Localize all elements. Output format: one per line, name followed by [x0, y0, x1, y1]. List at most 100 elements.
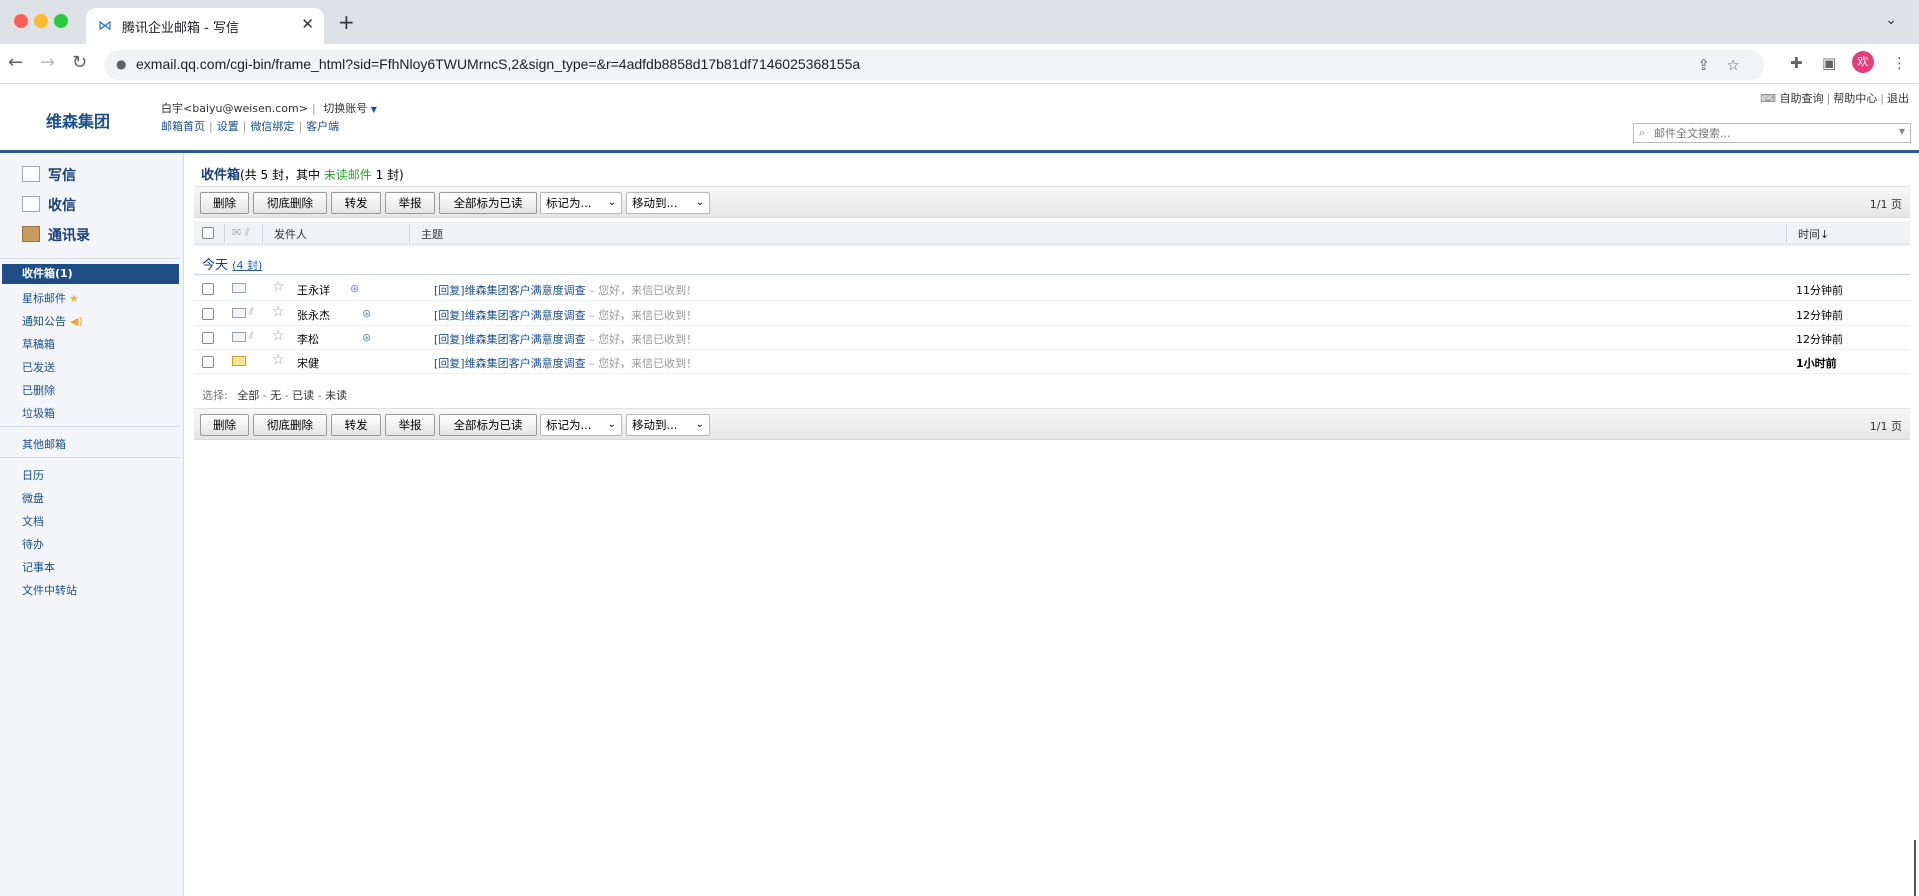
- contacts-button[interactable]: 通讯录: [22, 225, 90, 247]
- select-unread-link[interactable]: 未读: [325, 389, 347, 402]
- mail-row[interactable]: ☆ 王永详 ⊛ [回复]维森集团客户满意度调查 – 您好，来信已收到！ 11分钟…: [194, 277, 1910, 301]
- mark-as-select[interactable]: 标记为... ⌄: [540, 414, 622, 436]
- select-all-link[interactable]: 全部: [237, 389, 259, 402]
- folder-notices[interactable]: 通知公告 ◀): [22, 313, 83, 329]
- browser-tab[interactable]: ⋈ 腾讯企业邮箱 - 写信 ✕: [86, 8, 324, 44]
- maximize-window-button[interactable]: [54, 14, 68, 28]
- inbox-tray-icon: [22, 196, 40, 212]
- app-calendar[interactable]: 日历: [22, 467, 44, 483]
- select-none-link[interactable]: 无: [270, 389, 281, 402]
- permanent-delete-button[interactable]: 彻底删除: [253, 192, 327, 214]
- reload-icon[interactable]: ↻: [72, 52, 87, 73]
- row-checkbox[interactable]: [202, 332, 214, 344]
- forward-icon[interactable]: →: [40, 52, 55, 73]
- close-tab-icon[interactable]: ✕: [301, 15, 314, 33]
- mail-subject[interactable]: [回复]维森集团客户满意度调查 – 您好，来信已收到！: [434, 331, 697, 347]
- mail-subject[interactable]: [回复]维森集团客户满意度调查 – 您好，来信已收到！: [434, 282, 697, 298]
- wechat-binding-link[interactable]: 微信绑定: [250, 120, 294, 133]
- search-input[interactable]: [1654, 126, 1884, 140]
- app-file-transfer[interactable]: 文件中转站: [22, 582, 77, 598]
- row-checkbox[interactable]: [202, 308, 214, 320]
- client-link[interactable]: 客户端: [306, 120, 339, 133]
- mail-row[interactable]: ⫽ ☆ 张永杰 ⊛ [回复]维森集团客户满意度调查 – 您好，来信已收到！ 12…: [194, 302, 1910, 326]
- star-toggle-icon[interactable]: ☆: [272, 304, 285, 320]
- folder-sent[interactable]: 已发送: [22, 359, 55, 375]
- mail-row[interactable]: ☆ 宋健 [回复]维森集团客户满意度调查 – 您好，来信已收到！ 1小时前: [194, 350, 1910, 374]
- mail-subject[interactable]: [回复]维森集团客户满意度调查 – 您好，来信已收到！: [434, 307, 697, 323]
- mail-time: 1小时前: [1796, 357, 1837, 370]
- chevron-down-icon: ⌄: [695, 419, 704, 430]
- bookmark-star-icon[interactable]: ☆: [1727, 56, 1740, 74]
- profile-avatar[interactable]: 欢: [1852, 51, 1874, 73]
- compose-button[interactable]: 写信: [22, 165, 76, 187]
- new-tab-icon[interactable]: +: [338, 10, 355, 34]
- sidebar-divider: [0, 258, 180, 259]
- browser-menu-icon[interactable]: ⋮: [1892, 54, 1907, 72]
- settings-link[interactable]: 设置: [217, 120, 239, 133]
- dropdown-caret-icon[interactable]: ▼: [371, 105, 377, 114]
- self-service-link[interactable]: 自助查询: [1780, 92, 1824, 105]
- mail-header: 维森集团 白宇<baiyu@weisen.com> | 切换账号 ▼ 邮箱首页 | 设…: [0, 85, 1919, 151]
- forward-button[interactable]: 转发: [331, 192, 381, 214]
- close-window-button[interactable]: [14, 14, 28, 28]
- keyboard-icon[interactable]: ⌨: [1760, 92, 1776, 105]
- share-icon[interactable]: ⇪: [1697, 56, 1710, 74]
- move-to-select[interactable]: 移动到... ⌄: [626, 192, 710, 214]
- folder-deleted[interactable]: 已删除: [22, 382, 55, 398]
- mail-subject[interactable]: [回复]维森集团客户满意度调查 – 您好，来信已收到！: [434, 355, 697, 371]
- row-checkbox[interactable]: [202, 283, 214, 295]
- scrollbar[interactable]: [1914, 840, 1916, 896]
- switch-account-link[interactable]: 切换账号: [323, 102, 367, 115]
- side-panel-icon[interactable]: ▣: [1822, 54, 1836, 72]
- report-button[interactable]: 举报: [385, 414, 435, 436]
- minimize-window-button[interactable]: [34, 14, 48, 28]
- folder-starred[interactable]: 星标邮件 ★: [22, 290, 79, 306]
- mark-all-read-button[interactable]: 全部标为已读: [439, 192, 537, 214]
- help-center-link[interactable]: 帮助中心: [1833, 92, 1877, 105]
- back-icon[interactable]: ←: [8, 52, 23, 73]
- search-dropdown-icon[interactable]: ▼: [1899, 127, 1905, 136]
- mailbox-home-link[interactable]: 邮箱首页: [161, 120, 205, 133]
- lock-icon: ●: [116, 57, 127, 71]
- report-button[interactable]: 举报: [385, 192, 435, 214]
- permanent-delete-button[interactable]: 彻底删除: [253, 414, 327, 436]
- mail-time: 11分钟前: [1796, 284, 1843, 297]
- select-all-checkbox[interactable]: [202, 227, 214, 239]
- delete-button[interactable]: 删除: [200, 414, 249, 436]
- delete-button[interactable]: 删除: [200, 192, 249, 214]
- subject-column-header[interactable]: 主题: [421, 226, 443, 242]
- app-docs[interactable]: 文档: [22, 513, 44, 529]
- extensions-icon[interactable]: ✚: [1790, 54, 1803, 72]
- fulltext-search-box[interactable]: ⌕ ▼: [1633, 123, 1911, 143]
- star-toggle-icon[interactable]: ☆: [272, 352, 285, 368]
- folder-drafts[interactable]: 草稿箱: [22, 336, 55, 352]
- envelope-read-icon: [232, 308, 246, 318]
- tab-title: 腾讯企业邮箱 - 写信: [122, 21, 239, 36]
- other-mailboxes[interactable]: 其他邮箱: [22, 436, 66, 452]
- forward-button[interactable]: 转发: [331, 414, 381, 436]
- move-to-select[interactable]: 移动到... ⌄: [626, 414, 710, 436]
- tab-search-chevron-icon[interactable]: ⌄: [1885, 12, 1897, 28]
- mark-all-read-button[interactable]: 全部标为已读: [439, 414, 537, 436]
- folder-spam[interactable]: 垃圾箱: [22, 405, 55, 421]
- address-bar[interactable]: ● exmail.qq.com/cgi-bin/frame_html?sid=F…: [104, 50, 1764, 80]
- mark-as-select[interactable]: 标记为... ⌄: [540, 192, 622, 214]
- star-toggle-icon[interactable]: ☆: [272, 328, 285, 344]
- star-toggle-icon[interactable]: ☆: [272, 279, 285, 295]
- browser-toolbar: ← → ↻ ● exmail.qq.com/cgi-bin/frame_html…: [0, 44, 1919, 84]
- logout-link[interactable]: 退出: [1887, 92, 1909, 105]
- group-count-link[interactable]: (4 封): [232, 259, 262, 272]
- receive-button[interactable]: 收信: [22, 195, 76, 217]
- mail-row[interactable]: ⫽ ☆ 李松 ⊛ [回复]维森集团客户满意度调查 – 您好，来信已收到！ 12分…: [194, 326, 1910, 350]
- chevron-down-icon: ⌄: [607, 419, 616, 430]
- company-brand[interactable]: 维森集团: [46, 108, 110, 132]
- unread-link[interactable]: 未读邮件: [324, 168, 372, 182]
- sender-column-header[interactable]: 发件人: [274, 226, 307, 242]
- select-read-link[interactable]: 已读: [292, 389, 314, 402]
- app-todo[interactable]: 待办: [22, 536, 44, 552]
- app-drive[interactable]: 微盘: [22, 490, 44, 506]
- app-notes[interactable]: 记事本: [22, 559, 55, 575]
- time-column-header[interactable]: 时间↓: [1798, 226, 1829, 242]
- row-checkbox[interactable]: [202, 356, 214, 368]
- folder-inbox[interactable]: 收件箱(1): [2, 264, 179, 284]
